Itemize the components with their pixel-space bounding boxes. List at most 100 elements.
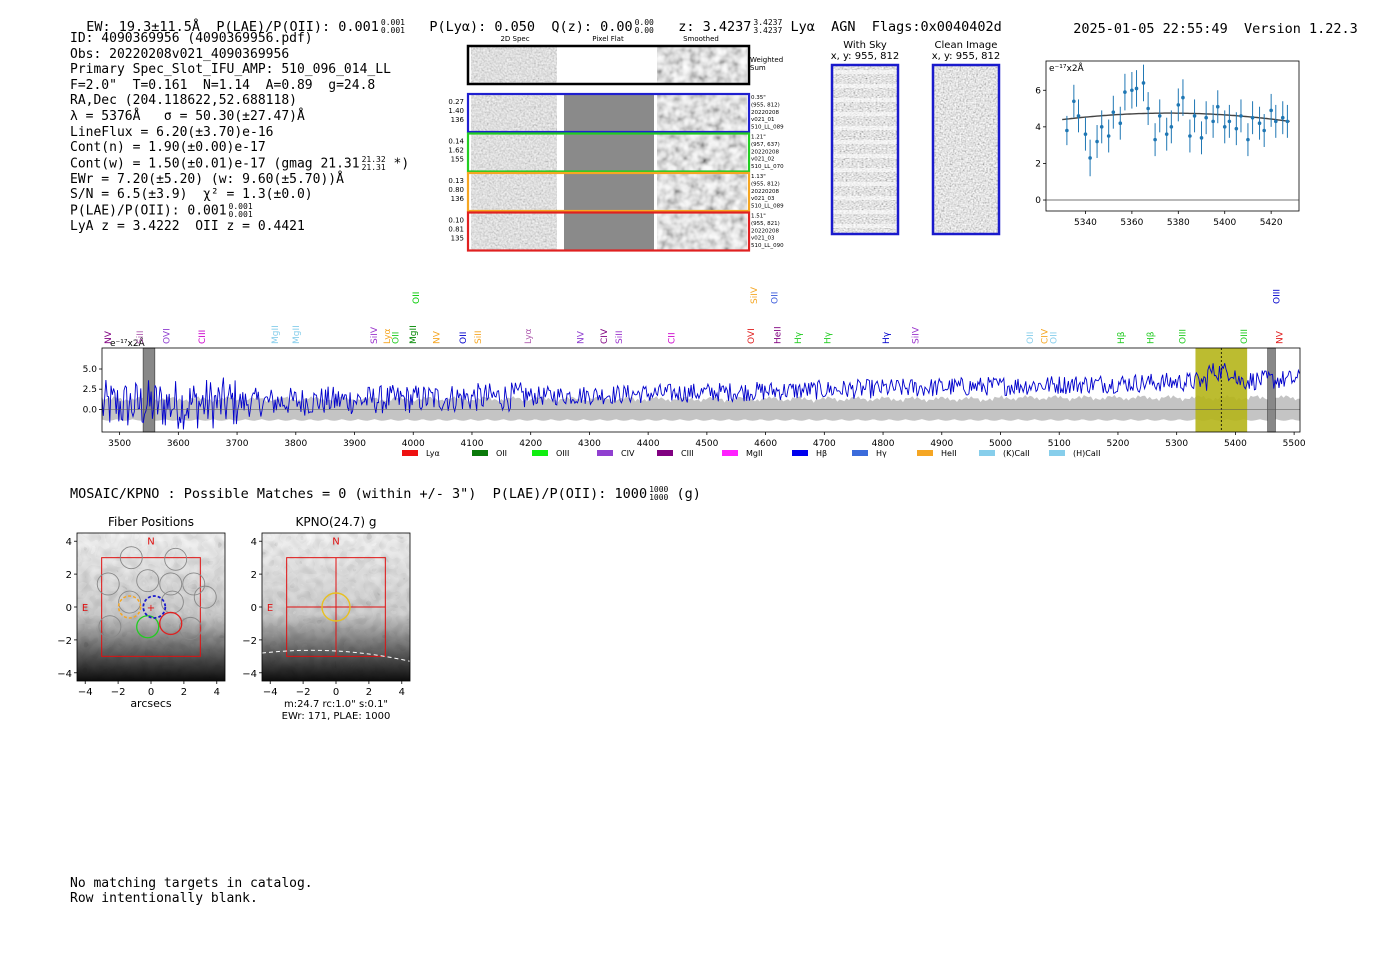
- x-tick-label: 3500: [108, 439, 131, 449]
- emission-line-marker: Hβ: [1146, 331, 1156, 344]
- x-tick-label: 5360: [1120, 218, 1143, 228]
- cutout-row: 0.100.81135 1.51"(955, 821)20220208 v021_0…: [448, 211, 784, 252]
- sky-line-band: [832, 196, 898, 200]
- legend-swatch: [917, 450, 933, 456]
- emission-line-marker: SiII: [474, 330, 484, 344]
- legend-swatch: [979, 450, 995, 456]
- sky-line-band: [832, 126, 898, 130]
- emission-line-marker: HeII: [773, 326, 783, 344]
- emission-line-marker: SiII: [136, 330, 146, 344]
- legend-swatch: [657, 450, 673, 456]
- data-point: [1153, 137, 1157, 142]
- legend-swatch: [472, 450, 488, 456]
- cutout-pixel-flat: [564, 94, 654, 131]
- mosaic-text: MOSAIC/KPNO : Possible Matches = 0 (with…: [70, 486, 648, 502]
- info-lyaz: LyA z = 3.4222 OII z = 0.4421: [70, 219, 305, 235]
- masked-region: [1267, 347, 1276, 433]
- data-point: [1188, 134, 1192, 138]
- y-tick-label: 0: [251, 603, 257, 614]
- legend-label: OII: [496, 449, 507, 458]
- y-tick-label: 2: [66, 570, 72, 581]
- x-tick-label: 0: [333, 687, 339, 698]
- weighted-sum-row: Weighted Sum: [466, 44, 783, 86]
- data-point: [1211, 119, 1215, 124]
- data-point: [1204, 115, 1208, 120]
- x-tick-label: 5500: [1283, 439, 1306, 449]
- y-tick-label: 2.5: [83, 385, 97, 395]
- panel-title: Fiber Positions: [108, 515, 194, 529]
- cutout-right-label: 20220208: [751, 149, 779, 155]
- data-point: [1262, 128, 1266, 133]
- emission-line-marker: OII: [1026, 332, 1036, 344]
- legend-label: OIII: [556, 449, 569, 458]
- y-tick-label: −2: [57, 636, 72, 647]
- emission-line-marker: SiIV: [911, 326, 921, 344]
- data-point: [1215, 104, 1220, 109]
- y-tick-label: 2: [251, 570, 257, 581]
- info-sn: S/N = 6.5(±3.9) χ² = 1.3(±0.0): [70, 187, 313, 203]
- x-tick-label: −4: [78, 687, 93, 698]
- cutout-pixel-flat: [564, 133, 654, 171]
- x-tick-label: 4500: [695, 439, 718, 449]
- y-tick-label: 2: [1035, 159, 1041, 169]
- y-tick-label: 6: [1035, 86, 1041, 96]
- legend-swatch: [532, 450, 548, 456]
- data-point: [1199, 136, 1204, 140]
- data-point: [1099, 125, 1104, 129]
- cutout-left-label: 0.80: [448, 186, 464, 194]
- flags-value: Flags:0x0040402d: [871, 19, 1002, 35]
- y-tick-label: 4: [1035, 123, 1041, 133]
- sky-line-band: [832, 168, 898, 172]
- unit-label: e⁻¹⁷x2Å: [1049, 62, 1085, 74]
- info-id: ID: 4090369956 (4090369956.pdf): [70, 31, 313, 46]
- clean-image-title: Clean Image: [935, 40, 998, 51]
- legend-label: Hγ: [876, 449, 887, 458]
- x-tick-label: 5340: [1074, 218, 1097, 228]
- east-label: E: [82, 603, 88, 614]
- data-point: [1123, 90, 1127, 94]
- data-point: [1083, 132, 1088, 136]
- emission-line-marker: OII: [1049, 332, 1059, 344]
- data-point: [1065, 128, 1069, 133]
- info-radec: RA,Dec (204.118622,52.688118): [70, 93, 297, 109]
- catalog-notes: No matching targets in catalog. Row inte…: [70, 876, 313, 906]
- detection-info: ID: 4090369956 (4090369956.pdf) Obs: 202…: [70, 31, 409, 235]
- x-tick-label: 3600: [167, 439, 190, 449]
- header-timestamp: 2025-01-05 22:55:49 Version 1.22.3: [1057, 5, 1358, 37]
- x-tick-label: 5420: [1260, 218, 1283, 228]
- legend-label: Lyα: [426, 449, 440, 458]
- info-contw-end: *): [385, 156, 410, 172]
- cutout-left-label: 1.40: [448, 107, 464, 115]
- x-tick-label: −2: [111, 687, 126, 698]
- sky-images: With Sky x, y: 955, 812 Clean Image x, y…: [831, 40, 1000, 236]
- north-label: N: [147, 537, 154, 548]
- x-tick-label: 4100: [461, 439, 484, 449]
- emission-line-marker: OII: [392, 332, 402, 344]
- cutout-right-label: (957, 637): [751, 142, 780, 148]
- emission-line-marker: Lyα: [524, 328, 534, 344]
- cutout-left-label: 136: [451, 195, 465, 203]
- sky-line-band: [832, 182, 898, 186]
- emission-line-marker: NV: [577, 330, 587, 344]
- info-plae: P(LAE)/P(OII): 0.001: [70, 203, 227, 219]
- cutout-right-label: (955, 821): [751, 221, 780, 227]
- spectra-cutouts: 2D Spec Pixel Flat Smoothed Weighted Sum…: [448, 35, 784, 252]
- emission-line-marker: Hγ: [823, 331, 833, 344]
- emission-line-marker: NV: [1275, 330, 1285, 344]
- cutout-left-label: 135: [451, 235, 464, 243]
- plot-frame: [1045, 60, 1300, 212]
- data-point: [1134, 86, 1139, 91]
- data-point: [1269, 108, 1273, 113]
- data-point: [1157, 114, 1162, 118]
- cutout-left-label: 0.13: [448, 177, 464, 185]
- legend-swatch: [722, 450, 738, 456]
- info-ewr: EWr = 7.20(±5.20) (w: 9.60(±5.70))Å: [70, 171, 344, 187]
- panel-title: KPNO(24.7) g: [295, 515, 376, 529]
- info-obs: Obs: 20220208v021_4090369956: [70, 46, 290, 62]
- sky-line-band: [832, 140, 898, 144]
- x-tick-label: −2: [296, 687, 311, 698]
- version: Version 1.22.3: [1243, 21, 1358, 37]
- data-point: [1181, 95, 1185, 100]
- emission-line-marker: MgII: [409, 325, 419, 344]
- fiber-positions-panel: Fiber Positions N E + arcsecs −4 −4 −2 −2 0 0 2 2 4 4: [57, 515, 226, 710]
